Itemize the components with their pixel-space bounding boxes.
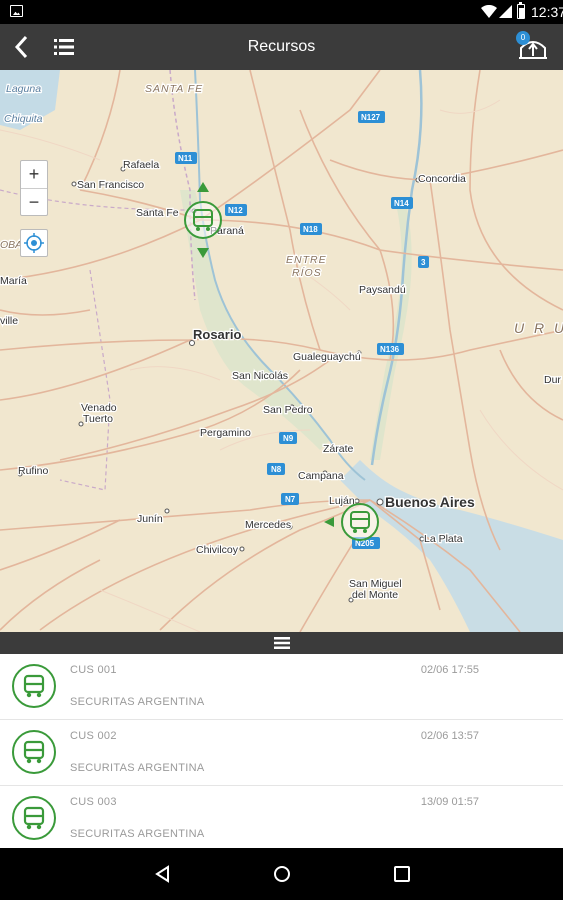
truck-icon <box>23 806 45 830</box>
route-shield: N11 <box>178 154 193 163</box>
map-label: U R U <box>514 320 563 336</box>
resource-name: CUS 002 <box>70 730 117 742</box>
map-label: Zárate <box>323 443 354 455</box>
map-label: Tuerto <box>83 413 113 425</box>
map-label: San Francisco <box>77 179 144 191</box>
vehicle-avatar <box>12 730 56 774</box>
list-item[interactable]: CUS 001 02/06 17:55 SECURITAS ARGENTINA <box>0 654 563 720</box>
vehicle-avatar <box>12 796 56 840</box>
app-bar: Recursos 0 <box>0 24 563 70</box>
route-shield: N18 <box>303 225 318 234</box>
resource-organization: SECURITAS ARGENTINA <box>70 696 205 708</box>
route-shield: N127 <box>361 113 381 122</box>
resource-list: CUS 001 02/06 17:55 SECURITAS ARGENTINA … <box>0 654 563 848</box>
route-shield: N9 <box>283 434 294 443</box>
resource-timestamp: 02/06 13:57 <box>420 730 479 742</box>
map-label: Chiquita <box>4 113 43 125</box>
truck-icon <box>23 674 45 698</box>
map-labels: SANTA FE Laguna Chiquita Rafaela San Fra… <box>0 82 563 603</box>
my-location-button[interactable] <box>20 229 48 257</box>
map-label: Rufino <box>18 465 49 477</box>
map-view[interactable]: SANTA FE Laguna Chiquita Rafaela San Fra… <box>0 70 563 632</box>
map-label: Gualeguaychú <box>293 351 361 363</box>
map-label: San Pedro <box>263 404 313 416</box>
resource-name: CUS 001 <box>70 664 117 676</box>
route-shield: N136 <box>380 345 400 354</box>
map-label: Junín <box>137 513 163 525</box>
panel-drag-handle[interactable] <box>0 632 563 654</box>
map-label: ENTRE <box>286 254 327 266</box>
resource-organization: SECURITAS ARGENTINA <box>70 828 205 840</box>
resource-organization: SECURITAS ARGENTINA <box>70 762 205 774</box>
map-label: Paysandú <box>359 284 406 296</box>
route-shield: 3 <box>421 258 426 267</box>
resource-name: CUS 003 <box>70 796 117 808</box>
page-title: Recursos <box>247 38 316 55</box>
crosshair-icon <box>24 233 44 253</box>
map-label: Dur <box>544 374 561 386</box>
home-circle-icon[interactable] <box>272 864 292 884</box>
map-label: San Nicolás <box>232 370 288 382</box>
map-label: OBA <box>0 239 22 251</box>
route-shield: N7 <box>285 495 296 504</box>
map-label: Pergamino <box>200 427 251 439</box>
zoom-control: + − <box>20 160 48 216</box>
map-label: Mercedes <box>245 519 291 531</box>
wifi-icon <box>481 5 497 18</box>
zoom-in-button[interactable]: + <box>21 161 47 188</box>
map-label: Concordia <box>418 173 466 185</box>
map-label: Buenos Aires <box>385 494 475 510</box>
list-item[interactable]: CUS 002 02/06 13:57 SECURITAS ARGENTINA <box>0 720 563 786</box>
truck-icon <box>23 740 45 764</box>
map-label: SANTA FE <box>145 83 203 95</box>
vehicle-avatar <box>12 664 56 708</box>
recents-square-icon[interactable] <box>392 864 412 884</box>
map-label: Campana <box>298 470 344 482</box>
map-label: Santa Fe <box>136 207 179 219</box>
list-item[interactable]: CUS 003 13/09 01:57 SECURITAS ARGENTINA <box>0 786 563 848</box>
map-label: del Monte <box>352 589 398 601</box>
system-nav-bar <box>0 848 563 900</box>
vehicle-marker-cus-002[interactable] <box>322 501 382 543</box>
notification-badge: 0 <box>516 31 530 45</box>
gallery-notification-icon <box>10 5 23 17</box>
resource-timestamp: 02/06 17:55 <box>420 664 479 676</box>
clock: 12:37 <box>531 4 563 20</box>
map-label: La Plata <box>424 533 463 545</box>
vehicle-marker-cus-001[interactable] <box>183 182 223 260</box>
map-label: Rafaela <box>123 159 159 171</box>
battery-icon <box>517 1 525 19</box>
signal-icon <box>499 5 512 18</box>
status-bar: 12:37 <box>0 0 563 24</box>
map-label: RÍOS <box>292 266 322 279</box>
resource-timestamp: 13/09 01:57 <box>420 796 479 808</box>
route-shield: N8 <box>271 465 282 474</box>
map-label: ville <box>0 315 18 327</box>
zoom-out-button[interactable]: − <box>21 188 47 215</box>
map-label: María <box>0 275 27 287</box>
back-triangle-icon[interactable] <box>153 864 173 884</box>
map-label: Chivilcoy <box>196 544 239 556</box>
map-label: Laguna <box>6 83 41 95</box>
map-label: Rosario <box>193 327 241 342</box>
route-shield: N12 <box>228 206 243 215</box>
drag-handle-icon <box>274 637 290 649</box>
route-shield: N14 <box>394 199 409 208</box>
